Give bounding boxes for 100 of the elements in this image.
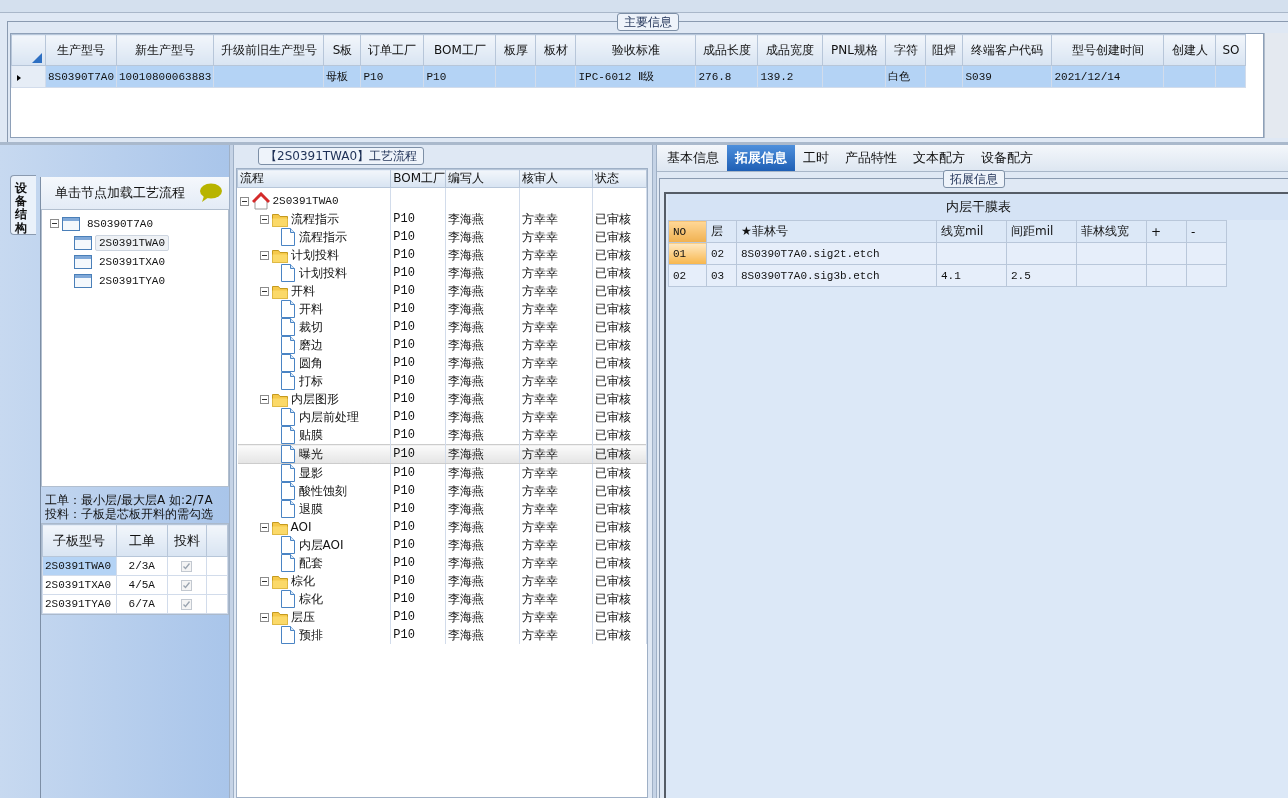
tree-node[interactable]: 曝光 (298, 445, 323, 463)
tab[interactable]: 设备配方 (973, 145, 1041, 171)
column-header[interactable]: BOM工厂 (390, 169, 446, 188)
checkbox[interactable] (181, 560, 193, 572)
column-header[interactable]: SO (1215, 34, 1246, 66)
column-header[interactable]: 板材 (535, 34, 576, 66)
column-header[interactable]: 编写人 (445, 169, 519, 188)
tree-node[interactable]: 内层AOI (298, 536, 344, 554)
process-row[interactable]: 裁切 P10 李海燕 方幸幸 已审核 (237, 318, 647, 336)
tree-node[interactable]: 圆角 (298, 354, 323, 372)
collapse-icon[interactable] (50, 219, 59, 228)
process-row[interactable]: 内层AOI P10 李海燕 方幸幸 已审核 (237, 536, 647, 554)
process-row[interactable]: 流程指示 P10 李海燕 方幸幸 已审核 (237, 210, 647, 228)
tree-node[interactable]: 流程指示 (290, 210, 339, 228)
tab[interactable]: 基本信息 (659, 145, 727, 171)
column-header[interactable]: 层 (706, 220, 737, 243)
column-header[interactable]: 成品长度 (695, 34, 758, 66)
collapse-icon[interactable] (259, 612, 269, 622)
tab[interactable]: 工时 (795, 145, 837, 171)
process-row[interactable]: 内层前处理 P10 李海燕 方幸幸 已审核 (237, 408, 647, 426)
tree-node[interactable]: 打标 (298, 372, 323, 390)
column-header[interactable]: 投料 (167, 524, 207, 557)
process-row[interactable]: 内层图形 P10 李海燕 方幸幸 已审核 (237, 390, 647, 408)
column-header[interactable]: 阻焊 (925, 34, 963, 66)
column-header[interactable]: - (1186, 220, 1227, 243)
tree-node[interactable]: 层压 (290, 608, 315, 626)
side-tab[interactable]: 设备结构 (10, 175, 36, 235)
process-row[interactable]: 开料 P10 李海燕 方幸幸 已审核 (237, 282, 647, 300)
column-header[interactable]: 线宽mil (936, 220, 1007, 243)
tree-node[interactable]: 显影 (298, 464, 323, 482)
collapse-icon[interactable] (239, 196, 249, 206)
process-row[interactable]: 棕化 P10 李海燕 方幸幸 已审核 (237, 572, 647, 590)
tree-node[interactable]: 酸性蚀刻 (298, 482, 347, 500)
tree-node[interactable]: 流程指示 (298, 228, 347, 246)
column-header[interactable]: 子板型号 (42, 524, 117, 557)
column-header[interactable]: 验收标准 (575, 34, 696, 66)
collapse-icon[interactable] (259, 394, 269, 404)
column-header[interactable]: + (1146, 220, 1187, 243)
process-row[interactable]: AOI P10 李海燕 方幸幸 已审核 (237, 518, 647, 536)
checkbox[interactable] (181, 579, 193, 591)
tree-node[interactable]: 贴膜 (298, 426, 323, 444)
tree-node[interactable]: 2S0391TWA0 (95, 234, 169, 251)
column-header[interactable]: 新生产型号 (116, 34, 214, 66)
tree-node[interactable]: 配套 (298, 554, 323, 572)
column-header[interactable]: 状态 (592, 169, 647, 188)
tab[interactable]: 产品特性 (837, 145, 905, 171)
tree-node[interactable]: 棕化 (290, 572, 315, 590)
tree-node[interactable]: 内层前处理 (298, 408, 359, 426)
process-row[interactable]: 磨边 P10 李海燕 方幸幸 已审核 (237, 336, 647, 354)
process-row[interactable]: 打标 P10 李海燕 方幸幸 已审核 (237, 372, 647, 390)
column-header[interactable]: 成品宽度 (757, 34, 823, 66)
tree-node[interactable]: AOI (290, 520, 312, 534)
collapse-icon[interactable] (259, 214, 269, 224)
tree-node[interactable]: 2S0391TWA0 (272, 195, 339, 207)
process-row[interactable]: 退膜 P10 李海燕 方幸幸 已审核 (237, 500, 647, 518)
tree-node[interactable]: 裁切 (298, 318, 323, 336)
column-header[interactable]: PNL规格 (822, 34, 886, 66)
tree-node[interactable]: 2S0391TYA0 (95, 272, 169, 289)
process-row[interactable]: 显影 P10 李海燕 方幸幸 已审核 (237, 463, 647, 482)
process-row[interactable]: 曝光 P10 李海燕 方幸幸 已审核 (237, 444, 647, 464)
tree-node[interactable]: 8S0390T7A0 (83, 215, 157, 232)
column-header[interactable]: 生产型号 (45, 34, 117, 66)
tree-node[interactable]: 棕化 (298, 590, 323, 608)
column-header[interactable]: 订单工厂 (360, 34, 424, 66)
tree-node[interactable]: 开料 (290, 282, 315, 300)
column-header[interactable]: BOM工厂 (423, 34, 496, 66)
process-row[interactable]: 开料 P10 李海燕 方幸幸 已审核 (237, 300, 647, 318)
collapse-icon[interactable] (259, 286, 269, 296)
tree-node[interactable]: 内层图形 (290, 390, 339, 408)
column-header[interactable]: 字符 (885, 34, 926, 66)
process-row[interactable]: 计划投料 P10 李海燕 方幸幸 已审核 (237, 264, 647, 282)
tree-node[interactable]: 开料 (298, 300, 323, 318)
process-row[interactable]: 计划投料 P10 李海燕 方幸幸 已审核 (237, 246, 647, 264)
column-header[interactable]: 核审人 (519, 169, 593, 188)
column-header[interactable]: 菲林线宽 (1076, 220, 1147, 243)
column-header[interactable]: 板厚 (495, 34, 536, 66)
column-header[interactable]: 升级前旧生产型号 (213, 34, 324, 66)
process-row[interactable]: 圆角 P10 李海燕 方幸幸 已审核 (237, 354, 647, 372)
column-header[interactable]: 间距mil (1006, 220, 1077, 243)
tree-node[interactable]: 退膜 (298, 500, 323, 518)
checkbox[interactable] (181, 598, 193, 610)
column-header[interactable]: 型号创建时间 (1051, 34, 1164, 66)
tree-node[interactable]: 预排 (298, 626, 323, 644)
collapse-icon[interactable] (259, 576, 269, 586)
column-header[interactable]: 流程 (237, 169, 391, 188)
tree-node[interactable]: 计划投料 (298, 264, 347, 282)
process-row[interactable]: 配套 P10 李海燕 方幸幸 已审核 (237, 554, 647, 572)
tree-node[interactable]: 2S0391TXA0 (95, 253, 169, 270)
process-row[interactable]: 流程指示 P10 李海燕 方幸幸 已审核 (237, 228, 647, 246)
collapse-icon[interactable] (259, 250, 269, 260)
column-header[interactable]: S板 (323, 34, 361, 66)
column-header[interactable]: 终端客户代码 (962, 34, 1052, 66)
column-header[interactable]: ★菲林号 (736, 220, 937, 243)
process-row[interactable]: 酸性蚀刻 P10 李海燕 方幸幸 已审核 (237, 482, 647, 500)
process-row[interactable]: 层压 P10 李海燕 方幸幸 已审核 (237, 608, 647, 626)
column-header[interactable]: NO (668, 220, 707, 243)
tab[interactable]: 拓展信息 (727, 145, 795, 171)
process-row[interactable]: 棕化 P10 李海燕 方幸幸 已审核 (237, 590, 647, 608)
tab[interactable]: 文本配方 (905, 145, 973, 171)
collapse-icon[interactable] (259, 522, 269, 532)
